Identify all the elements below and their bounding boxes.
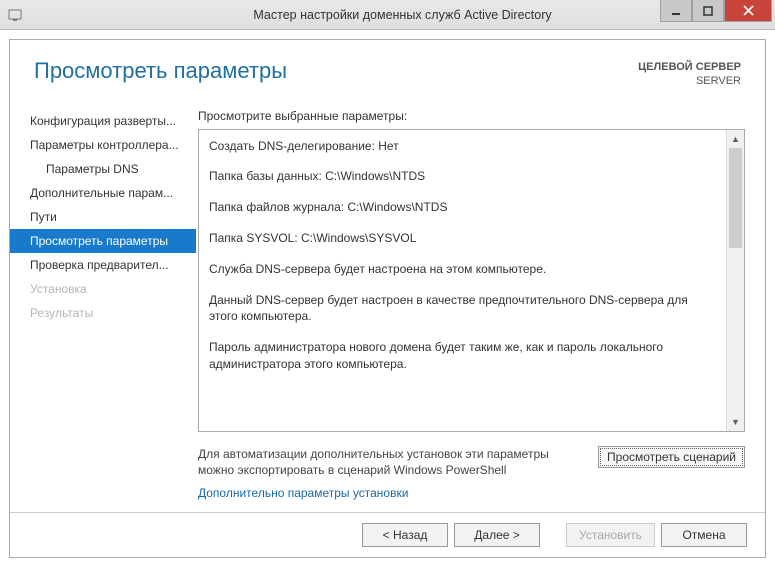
target-server-block: ЦЕЛЕВОЙ СЕРВЕР SERVER	[638, 58, 741, 89]
review-line: Пароль администратора нового домена буде…	[209, 339, 716, 373]
wizard-step-6[interactable]: Проверка предварител...	[10, 253, 196, 277]
titlebar: Мастер настройки доменных служб Active D…	[0, 0, 775, 30]
review-line: Папка SYSVOL: C:\Windows\SYSVOL	[209, 230, 716, 247]
page-title: Просмотреть параметры	[34, 58, 638, 84]
back-button[interactable]: < Назад	[362, 523, 448, 547]
review-prompt: Просмотрите выбранные параметры:	[198, 109, 745, 123]
wizard-step-3[interactable]: Дополнительные парам...	[10, 181, 196, 205]
wizard-step-8: Результаты	[10, 301, 196, 325]
close-button[interactable]	[724, 0, 772, 22]
wizard-step-4[interactable]: Пути	[10, 205, 196, 229]
export-hint-text: Для автоматизации дополнительных установ…	[198, 446, 586, 478]
target-value: SERVER	[638, 74, 741, 88]
review-line: Папка файлов журнала: C:\Windows\NTDS	[209, 199, 716, 216]
review-box: Создать DNS-делегирование: Нет Папка базы…	[198, 129, 745, 432]
client-area: Просмотреть параметры ЦЕЛЕВОЙ СЕРВЕР SER…	[0, 30, 775, 567]
button-gap	[546, 523, 560, 547]
wizard-frame: Просмотреть параметры ЦЕЛЕВОЙ СЕРВЕР SER…	[9, 39, 766, 558]
scroll-track[interactable]	[727, 148, 744, 413]
page-header: Просмотреть параметры ЦЕЛЕВОЙ СЕРВЕР SER…	[10, 40, 765, 97]
export-hint-row: Для автоматизации дополнительных установ…	[198, 432, 745, 484]
wizard-step-0[interactable]: Конфигурация разверты...	[10, 109, 196, 133]
cancel-button[interactable]: Отмена	[661, 523, 747, 547]
scroll-down-button[interactable]: ▼	[727, 413, 744, 431]
app-icon	[0, 8, 30, 22]
install-button: Установить	[566, 523, 655, 547]
window-controls	[660, 0, 772, 22]
minimize-button[interactable]	[660, 0, 692, 22]
review-content: Создать DNS-делегирование: Нет Папка базы…	[199, 130, 726, 431]
review-line: Папка базы данных: C:\Windows\NTDS	[209, 168, 716, 185]
advanced-options-link[interactable]: Дополнительно параметры установки	[198, 484, 745, 508]
view-script-button[interactable]: Просмотреть сценарий	[598, 446, 745, 468]
maximize-button[interactable]	[692, 0, 724, 22]
wizard-steps-sidebar: Конфигурация разверты...Параметры контро…	[10, 97, 196, 512]
scroll-thumb[interactable]	[729, 148, 742, 248]
wizard-step-1[interactable]: Параметры контроллера...	[10, 133, 196, 157]
main-panel: Просмотрите выбранные параметры: Создать…	[196, 97, 765, 512]
next-button[interactable]: Далее >	[454, 523, 540, 547]
wizard-step-2[interactable]: Параметры DNS	[10, 157, 196, 181]
footer-buttons: < Назад Далее > Установить Отмена	[10, 512, 765, 557]
wizard-step-5[interactable]: Просмотреть параметры	[10, 229, 196, 253]
scrollbar[interactable]: ▲ ▼	[726, 130, 744, 431]
wizard-step-7: Установка	[10, 277, 196, 301]
review-line: Создать DNS-делегирование: Нет	[209, 138, 716, 155]
wizard-body: Конфигурация разверты...Параметры контро…	[10, 97, 765, 512]
review-line: Данный DNS-сервер будет настроен в качес…	[209, 292, 716, 326]
scroll-up-button[interactable]: ▲	[727, 130, 744, 148]
wizard-window: Мастер настройки доменных служб Active D…	[0, 0, 775, 567]
target-label: ЦЕЛЕВОЙ СЕРВЕР	[638, 60, 741, 74]
review-line: Служба DNS-сервера будет настроена на эт…	[209, 261, 716, 278]
